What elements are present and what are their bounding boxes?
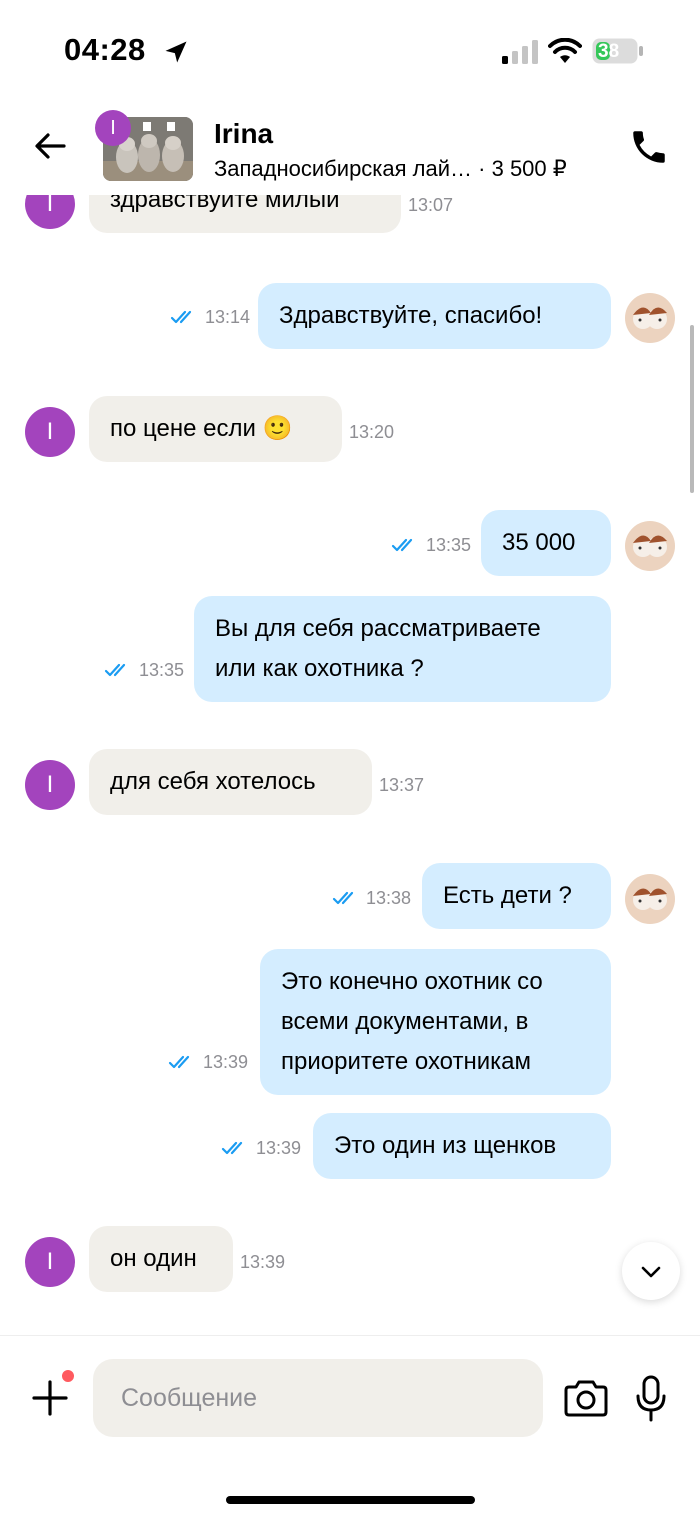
listing-info[interactable]: Западносибирская лай… · 3 500 ₽: [214, 156, 567, 182]
message-bubble-incoming[interactable]: здравствуйте милый: [89, 195, 401, 233]
contact-avatar[interactable]: I: [95, 110, 131, 146]
message-time: 13:37: [379, 775, 425, 795]
chat-header: I Irina Западносибирская лай… · 3 500 ₽: [0, 100, 700, 195]
my-avatar: [625, 293, 675, 343]
message-bubble-outgoing[interactable]: Вы для себя рассматриваете или как охотн…: [194, 596, 611, 702]
double-check-icon: [104, 663, 126, 677]
message-bubble-outgoing[interactable]: Есть дети ?: [422, 863, 611, 929]
status-time: 04:28: [64, 32, 146, 67]
message-line: Вы для себя рассматриваете: [215, 615, 541, 642]
message-bubble-incoming[interactable]: для себя хотелось: [89, 749, 372, 815]
my-avatar: [625, 521, 675, 571]
contact-name[interactable]: Irina: [214, 118, 273, 150]
my-avatar: [625, 874, 675, 924]
message-time: 13:20: [349, 422, 395, 442]
message-line: всеми документами, в: [281, 1008, 529, 1035]
listing-price: · 3 500 ₽: [472, 156, 567, 181]
scrollbar[interactable]: [690, 325, 694, 493]
notification-dot: [60, 1368, 76, 1384]
signal-icon: [502, 40, 538, 64]
sender-avatar: I: [25, 195, 75, 229]
message-bubble-outgoing[interactable]: Это конечно охотник со всеми документами…: [260, 949, 611, 1095]
message-time: 13:39: [203, 1052, 249, 1072]
double-check-icon: [170, 310, 192, 324]
message-bubble-incoming[interactable]: он один: [89, 1226, 233, 1292]
message-bubble-incoming[interactable]: по цене если 🙂: [89, 396, 342, 462]
plus-icon[interactable]: [30, 1378, 70, 1418]
camera-icon[interactable]: [562, 1378, 610, 1418]
listing-title: Западносибирская лай…: [214, 156, 473, 181]
message-line: или как охотника ?: [215, 655, 424, 682]
phone-icon[interactable]: [628, 126, 670, 168]
status-bar: 04:28 38: [0, 0, 700, 100]
location-arrow-icon: [165, 41, 187, 63]
message-input[interactable]: [93, 1359, 543, 1437]
home-indicator[interactable]: [226, 1496, 475, 1504]
back-arrow-icon[interactable]: [30, 126, 70, 166]
message-time: 13:35: [426, 535, 472, 555]
message-list[interactable]: I здравствуйте милый 13:07 13:14 Здравст…: [0, 195, 700, 1335]
scroll-to-bottom-button[interactable]: [622, 1242, 680, 1300]
message-time: 13:07: [408, 195, 454, 215]
message-bubble-outgoing[interactable]: Здравствуйте, спасибо!: [258, 283, 611, 349]
message-time: 13:39: [256, 1138, 302, 1158]
sender-avatar: I: [25, 1237, 75, 1287]
message-line: Это конечно охотник со: [281, 968, 543, 995]
double-check-icon: [168, 1055, 190, 1069]
double-check-icon: [221, 1141, 243, 1155]
chevron-down-icon: [641, 1266, 661, 1278]
message-time: 13:39: [240, 1252, 286, 1272]
message-composer: [0, 1335, 700, 1518]
message-bubble-outgoing[interactable]: Это один из щенков: [313, 1113, 611, 1179]
message-time: 13:38: [366, 888, 412, 908]
double-check-icon: [332, 891, 354, 905]
microphone-icon[interactable]: [633, 1374, 669, 1424]
double-check-icon: [391, 538, 413, 552]
message-time: 13:35: [139, 660, 185, 680]
message-time: 13:14: [205, 307, 251, 327]
message-line: приоритете охотникам: [281, 1048, 532, 1075]
sender-avatar: I: [25, 407, 75, 457]
sender-avatar: I: [25, 760, 75, 810]
wifi-icon: [548, 38, 582, 63]
message-bubble-outgoing[interactable]: 35 000: [481, 510, 611, 576]
battery-percent: 38: [598, 41, 620, 62]
